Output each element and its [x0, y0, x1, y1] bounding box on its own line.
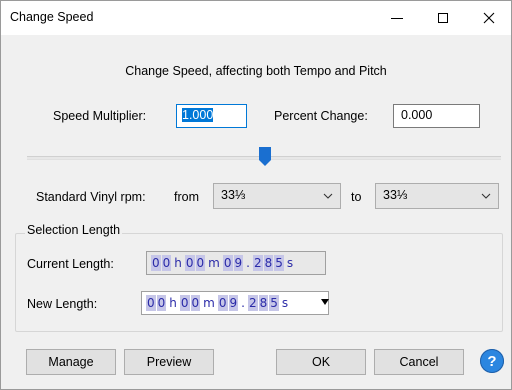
percent-change-input[interactable]: 0.000 — [393, 104, 480, 128]
time-digit: 9 — [233, 255, 244, 271]
title-bar[interactable]: Change Speed — [1, 1, 511, 35]
time-unit: s — [281, 296, 289, 310]
minimize-button[interactable] — [374, 1, 420, 35]
time-digit: 0 — [161, 255, 172, 271]
preview-button[interactable]: Preview — [124, 349, 214, 375]
time-digit: 5 — [274, 255, 284, 271]
time-unit: . — [241, 296, 245, 310]
vinyl-rpm-label: Standard Vinyl rpm: — [36, 190, 146, 204]
help-button[interactable]: ? — [480, 349, 504, 373]
time-digit: 0 — [156, 295, 167, 311]
current-length-label: Current Length: — [27, 257, 114, 271]
time-digit: 5 — [269, 295, 279, 311]
maximize-icon — [438, 13, 448, 23]
window-title: Change Speed — [10, 10, 94, 24]
time-digit: 8 — [258, 295, 269, 311]
format-dropdown-icon[interactable] — [321, 299, 329, 305]
time-digit: 0 — [184, 255, 195, 271]
time-unit: h — [169, 296, 177, 310]
manage-button[interactable]: Manage — [26, 349, 116, 375]
cancel-button[interactable]: Cancel — [374, 349, 464, 375]
time-unit: s — [286, 256, 294, 270]
current-length-time[interactable]: 0 0 h 0 0 m 0 9 . 2 8 5 s — [146, 251, 326, 275]
time-digit: 0 — [217, 295, 228, 311]
new-length-time[interactable]: 0 0 h 0 0 m 0 9 . 2 8 5 s — [141, 291, 329, 315]
time-digit: 0 — [146, 295, 156, 311]
time-digit: 2 — [247, 295, 258, 311]
time-digit: 0 — [151, 255, 161, 271]
speed-multiplier-label: Speed Multiplier: — [53, 109, 147, 123]
percent-change-label: Percent Change: — [274, 109, 368, 123]
time-digit: 8 — [263, 255, 274, 271]
dialog-heading: Change Speed, affecting both Tempo and P… — [125, 64, 387, 78]
time-digit: 0 — [179, 295, 190, 311]
vinyl-to-label: to — [351, 190, 362, 204]
time-digit: 9 — [228, 295, 239, 311]
vinyl-from-label: from — [174, 190, 199, 204]
speed-slider-thumb[interactable] — [259, 147, 271, 166]
vinyl-to-value: 33⅓ — [383, 188, 408, 202]
time-unit: . — [246, 256, 250, 270]
time-digit: 0 — [222, 255, 233, 271]
time-unit: h — [174, 256, 182, 270]
vinyl-to-select[interactable]: 33⅓ — [375, 183, 499, 209]
percent-change-value: 0.000 — [401, 108, 433, 122]
close-button[interactable] — [466, 1, 512, 35]
ok-button[interactable]: OK — [276, 349, 366, 375]
speed-multiplier-input[interactable]: 1.000 — [176, 104, 247, 128]
vinyl-from-value: 33⅓ — [221, 188, 246, 202]
time-unit: m — [203, 296, 215, 310]
vinyl-from-select[interactable]: 33⅓ — [213, 183, 341, 209]
chevron-down-icon — [323, 193, 333, 199]
time-digit: 2 — [252, 255, 263, 271]
help-icon: ? — [487, 352, 497, 370]
new-length-label: New Length: — [27, 297, 98, 311]
selection-length-group — [15, 233, 503, 332]
close-icon — [483, 12, 495, 24]
chevron-down-icon — [481, 193, 491, 199]
time-digit: 0 — [190, 295, 201, 311]
time-unit: m — [208, 256, 220, 270]
maximize-button[interactable] — [420, 1, 466, 35]
selection-length-title: Selection Length — [25, 223, 123, 237]
change-speed-dialog: Change Speed Change Speed, affecting bot… — [0, 0, 512, 390]
speed-multiplier-value: 1.000 — [182, 108, 214, 122]
minimize-icon — [391, 17, 403, 19]
time-digit: 0 — [195, 255, 206, 271]
